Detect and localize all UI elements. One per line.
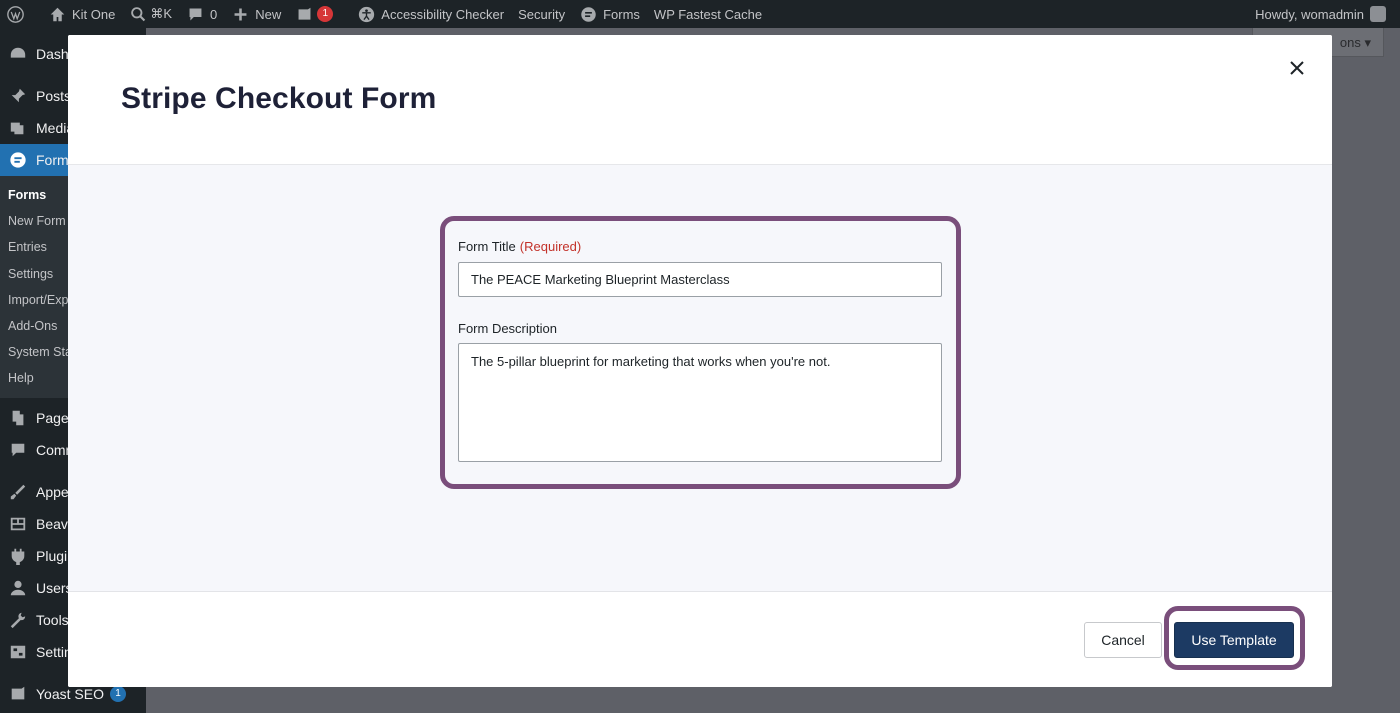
- shortcut-label: ⌘K: [150, 6, 173, 21]
- appearance-icon: [0, 483, 36, 501]
- yoast-icon: [295, 5, 313, 23]
- site-name: Kit One: [72, 6, 116, 22]
- account-menu[interactable]: Howdy, womadmin: [1255, 0, 1386, 28]
- yoast-notification-badge: 1: [317, 6, 334, 22]
- sidebar-item-label: Settin: [36, 643, 72, 660]
- comments-count: 0: [210, 6, 218, 22]
- security-label: Security: [518, 6, 566, 22]
- template-modal: Stripe Checkout Form Form Title (Required…: [68, 35, 1332, 687]
- admin-bar: Kit One ⌘K 0 New 1 Accessibility Checker…: [0, 0, 1400, 28]
- plus-icon: [231, 5, 249, 23]
- modal-body: Form Title(Required) Form Description Th…: [68, 165, 1332, 591]
- form-title-input[interactable]: [458, 262, 942, 297]
- command-palette-button[interactable]: ⌘K: [122, 0, 179, 28]
- modal-header: Stripe Checkout Form: [68, 35, 1332, 165]
- comment-icon: [186, 5, 204, 23]
- yoast-icon: [0, 685, 36, 703]
- cancel-button[interactable]: Cancel: [1084, 622, 1162, 658]
- modal-title: Stripe Checkout Form: [121, 82, 437, 115]
- form-title-label-text: Form Title: [458, 239, 516, 254]
- fastest-cache-link[interactable]: WP Fastest Cache: [647, 0, 769, 28]
- form-description-label: Form Description: [458, 321, 557, 336]
- pin-icon: [0, 87, 36, 105]
- wordpress-logo-button[interactable]: [0, 0, 41, 28]
- accessibility-label: Accessibility Checker: [381, 6, 505, 22]
- comments-icon: [0, 441, 36, 459]
- greeting: Howdy, womadmin: [1255, 6, 1364, 22]
- new-label: New: [255, 6, 282, 22]
- required-indicator: (Required): [519, 239, 582, 254]
- site-name-link[interactable]: Kit One: [41, 0, 122, 28]
- comments-link[interactable]: 0: [179, 0, 224, 28]
- media-icon: [0, 119, 36, 137]
- accessibility-checker-link[interactable]: Accessibility Checker: [350, 0, 511, 28]
- use-template-button[interactable]: Use Template: [1174, 622, 1294, 658]
- tools-icon: [0, 611, 36, 629]
- cache-label: WP Fastest Cache: [653, 6, 763, 22]
- yoast-sidebar-badge: 1: [109, 685, 126, 702]
- new-content-link[interactable]: New: [224, 0, 288, 28]
- modal-footer: Cancel Use Template: [68, 591, 1332, 687]
- security-link[interactable]: Security: [511, 0, 572, 28]
- sidebar-item-label: Posts: [36, 88, 72, 104]
- close-icon: [1290, 61, 1304, 75]
- forms-label: Forms: [603, 6, 640, 22]
- search-icon: [129, 5, 147, 23]
- pages-icon: [0, 409, 36, 427]
- form-title-label: Form Title (Required): [458, 239, 581, 254]
- plugins-icon: [0, 547, 36, 565]
- forms-icon: [579, 5, 597, 23]
- sidebar-item-label: Yoast SEO: [36, 685, 104, 702]
- yoast-menu[interactable]: 1: [288, 0, 340, 28]
- forms-link[interactable]: Forms: [572, 0, 647, 28]
- form-description-field[interactable]: The 5-pillar blueprint for marketing tha…: [458, 343, 942, 462]
- close-button[interactable]: [1286, 57, 1308, 79]
- accessibility-icon: [357, 5, 375, 23]
- wordpress-icon: [6, 5, 24, 23]
- sidebar-item-label: Tools: [36, 611, 69, 628]
- avatar: [1370, 6, 1386, 22]
- beaver-icon: [0, 515, 36, 533]
- users-icon: [0, 579, 36, 597]
- dashboard-icon: [0, 45, 36, 63]
- forms-icon: [0, 151, 36, 169]
- home-icon: [48, 5, 66, 23]
- settings-icon: [0, 643, 36, 661]
